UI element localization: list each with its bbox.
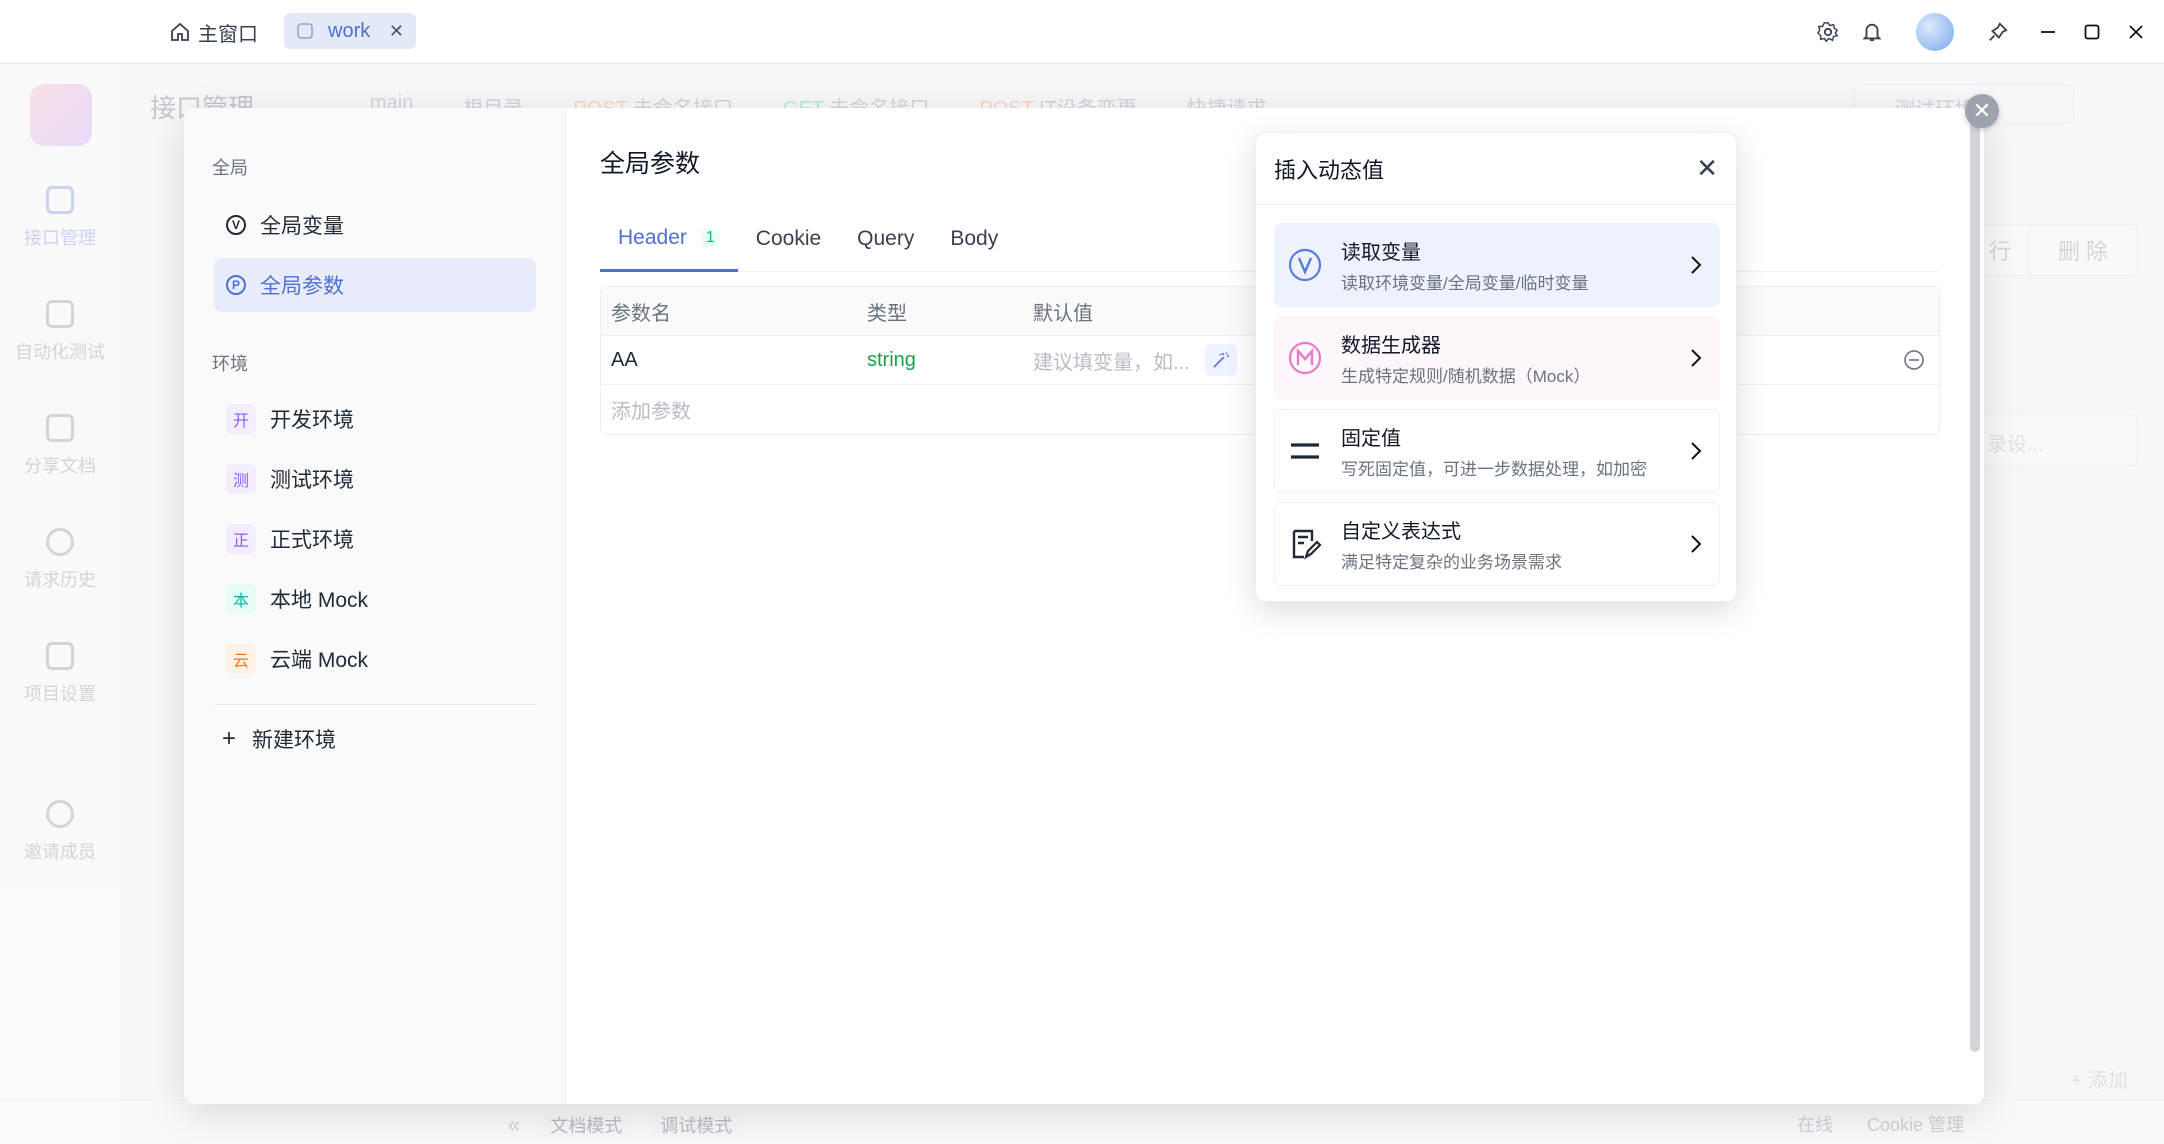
- chevron-right-icon: [1691, 442, 1702, 460]
- bell-icon: [1862, 23, 1882, 42]
- tab-home-label: 主窗口: [198, 23, 258, 46]
- new-env-button[interactable]: + 新建环境: [222, 724, 336, 754]
- sidebar-item-env-local-mock[interactable]: 本 本地 Mock: [214, 572, 536, 626]
- notification-button[interactable]: [1850, 10, 1894, 54]
- window-close-button[interactable]: [2114, 10, 2158, 54]
- variable-icon: V: [226, 215, 246, 235]
- tab-label: Query: [857, 227, 915, 250]
- sidebar-item-label: 云端 Mock: [270, 649, 369, 672]
- tab-label: Body: [950, 227, 999, 250]
- remove-row-button[interactable]: [1903, 349, 1925, 377]
- popover-header: 插入动态值 ✕: [1256, 133, 1736, 205]
- mock-icon: [1287, 340, 1323, 376]
- option-data-generator[interactable]: 数据生成器 生成特定规则/随机数据（Mock）: [1274, 316, 1720, 400]
- popover-title: 插入动态值: [1274, 157, 1385, 183]
- insert-dynamic-value-popover: 插入动态值 ✕ 读取变量 读取环境变量/全局变量/临时变量 数据生成器 生成特定…: [1255, 132, 1737, 602]
- sidebar-item-label: 开发环境: [270, 409, 354, 432]
- group-env-label: 环境: [212, 354, 248, 374]
- sidebar-item-label: 本地 Mock: [270, 589, 369, 612]
- sidebar-item-env-prod[interactable]: 正 正式环境: [214, 512, 536, 566]
- tab-close-icon[interactable]: ✕: [389, 21, 404, 42]
- title-bar: 主窗口 work ✕: [0, 0, 2164, 64]
- minimize-icon: [2041, 31, 2055, 33]
- option-read-variable[interactable]: 读取变量 读取环境变量/全局变量/临时变量: [1274, 223, 1720, 307]
- param-name-input[interactable]: AA: [611, 349, 638, 372]
- add-param-label: 添加参数: [611, 401, 691, 423]
- sidebar-item-env-dev[interactable]: 开 开发环境: [214, 392, 536, 446]
- close-icon: ✕: [1972, 98, 1992, 123]
- plus-icon: +: [222, 725, 237, 752]
- env-badge-icon: 测: [226, 464, 256, 494]
- sidebar-item-env-cloud-mock[interactable]: 云 云端 Mock: [214, 632, 536, 686]
- option-title: 固定值: [1341, 428, 1401, 450]
- variable-icon: [1287, 247, 1323, 283]
- settings-button[interactable]: [1806, 10, 1850, 54]
- sidebar-item-env-test[interactable]: 测 测试环境: [214, 452, 536, 506]
- chevron-right-icon: [1691, 535, 1702, 553]
- option-subtitle: 读取环境变量/全局变量/临时变量: [1341, 274, 1589, 293]
- sidebar-item-global-params[interactable]: P 全局参数: [214, 258, 536, 312]
- param-default-input[interactable]: 建议填变量，如...: [1033, 346, 1190, 375]
- option-title: 数据生成器: [1341, 335, 1441, 357]
- col-default: 默认值: [1033, 302, 1093, 325]
- tab-query[interactable]: Query: [839, 206, 932, 272]
- minimize-button[interactable]: [2026, 10, 2070, 54]
- option-subtitle: 写死固定值，可进一步数据处理，如加密: [1341, 460, 1647, 479]
- minus-circle-icon: [1904, 350, 1924, 370]
- sidebar-item-label: 测试环境: [270, 469, 354, 492]
- sidebar-item-global-vars[interactable]: V 全局变量: [214, 198, 536, 252]
- env-badge-icon: 云: [226, 644, 256, 674]
- popover-close-icon[interactable]: ✕: [1696, 153, 1718, 184]
- link-icon: [297, 23, 313, 39]
- param-icon: P: [226, 275, 246, 295]
- dialog-scrollbar[interactable]: [1970, 112, 1980, 1052]
- env-badge-icon: 开: [226, 404, 256, 434]
- col-name: 参数名: [611, 302, 671, 325]
- pin-button[interactable]: [1976, 10, 2020, 54]
- tab-work-label: work: [328, 19, 371, 42]
- col-type: 类型: [867, 302, 907, 325]
- sidebar-item-label: 全局变量: [260, 215, 344, 238]
- chevron-right-icon: [1691, 256, 1702, 274]
- tab-label: Header: [618, 225, 687, 249]
- tab-home[interactable]: 主窗口: [160, 14, 268, 50]
- maximize-icon: [2084, 24, 2100, 40]
- gear-icon: [1817, 22, 1839, 43]
- tab-cookie[interactable]: Cookie: [738, 206, 839, 272]
- maximize-button[interactable]: [2070, 10, 2114, 54]
- close-icon: [2129, 25, 2143, 39]
- option-fixed-value[interactable]: 固定值 写死固定值，可进一步数据处理，如加密: [1274, 409, 1720, 493]
- page-title: 全局参数: [600, 150, 701, 178]
- home-icon: [171, 22, 189, 41]
- tab-body[interactable]: Body: [932, 206, 1016, 272]
- option-subtitle: 生成特定规则/随机数据（Mock）: [1341, 367, 1591, 386]
- chevron-right-icon: [1691, 349, 1702, 367]
- equals-icon: [1287, 433, 1323, 469]
- new-env-label: 新建环境: [252, 729, 337, 752]
- option-title: 自定义表达式: [1341, 521, 1461, 543]
- env-badge-icon: 正: [226, 524, 256, 554]
- tab-label: Cookie: [755, 227, 822, 250]
- sidebar-divider: [214, 704, 536, 705]
- sidebar-item-label: 全局参数: [260, 275, 344, 298]
- option-custom-expression[interactable]: 自定义表达式 满足特定复杂的业务场景需求: [1274, 502, 1720, 586]
- magic-wand-button[interactable]: [1205, 344, 1237, 376]
- expression-icon: [1287, 526, 1323, 562]
- tab-header[interactable]: Header 1: [600, 206, 738, 272]
- option-title: 读取变量: [1341, 242, 1421, 264]
- group-global-label: 全局: [212, 158, 248, 178]
- magic-wand-icon: [1213, 352, 1229, 368]
- dialog-sidebar: 全局 V 全局变量 P 全局参数 环境 开 开发环境 测 测试环境 正 正式环境…: [184, 108, 566, 1104]
- tab-work[interactable]: work ✕: [284, 13, 416, 49]
- sidebar-item-label: 正式环境: [270, 529, 354, 552]
- avatar[interactable]: [1916, 13, 1954, 51]
- count-badge: 1: [700, 228, 720, 247]
- dialog-close-button[interactable]: ✕: [1965, 94, 1999, 128]
- param-type-select[interactable]: string: [867, 349, 916, 372]
- env-badge-icon: 本: [226, 584, 256, 614]
- option-subtitle: 满足特定复杂的业务场景需求: [1341, 553, 1562, 572]
- pin-icon: [1989, 22, 2008, 41]
